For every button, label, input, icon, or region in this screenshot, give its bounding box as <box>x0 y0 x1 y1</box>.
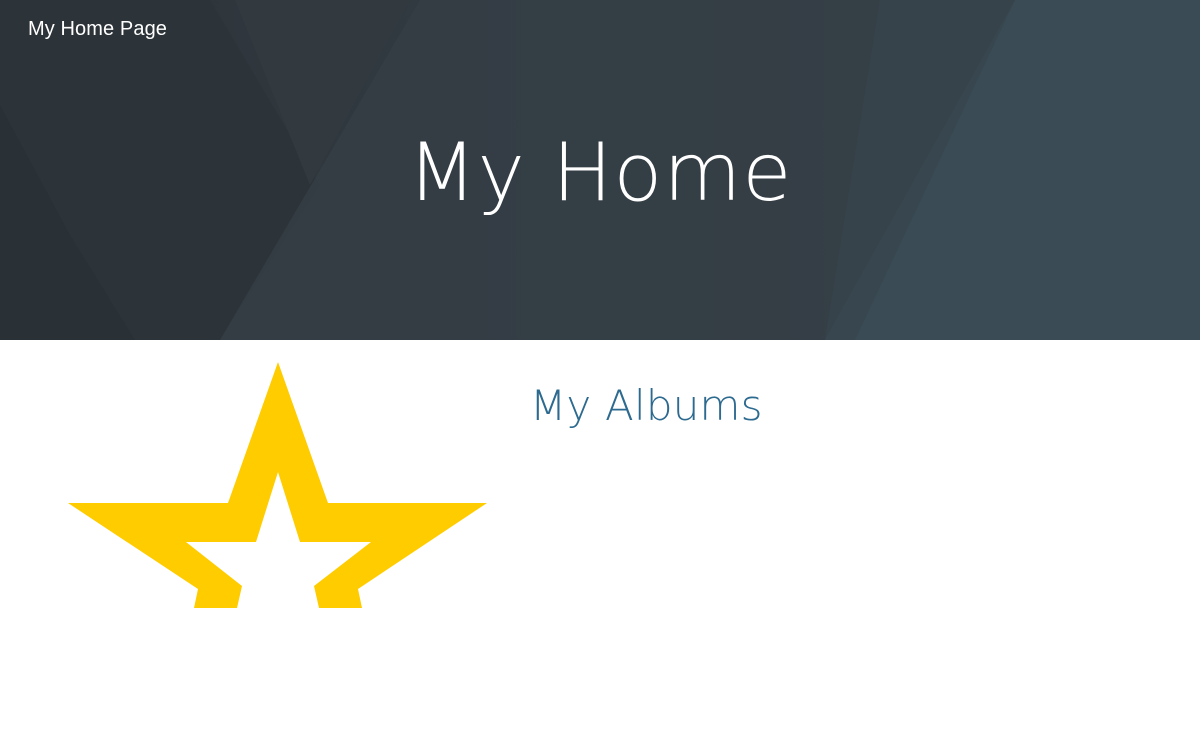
page: My Home Page My Home My Albums <box>0 0 1200 740</box>
site-title-link[interactable]: My Home Page <box>28 16 167 42</box>
section-heading-albums: My Albums <box>530 381 763 430</box>
main-content: My Albums <box>0 340 1200 740</box>
hero-banner: My Home Page My Home <box>0 0 1200 340</box>
star-logo <box>66 362 490 608</box>
hero-title: My Home <box>407 126 793 219</box>
star-icon <box>68 362 487 608</box>
